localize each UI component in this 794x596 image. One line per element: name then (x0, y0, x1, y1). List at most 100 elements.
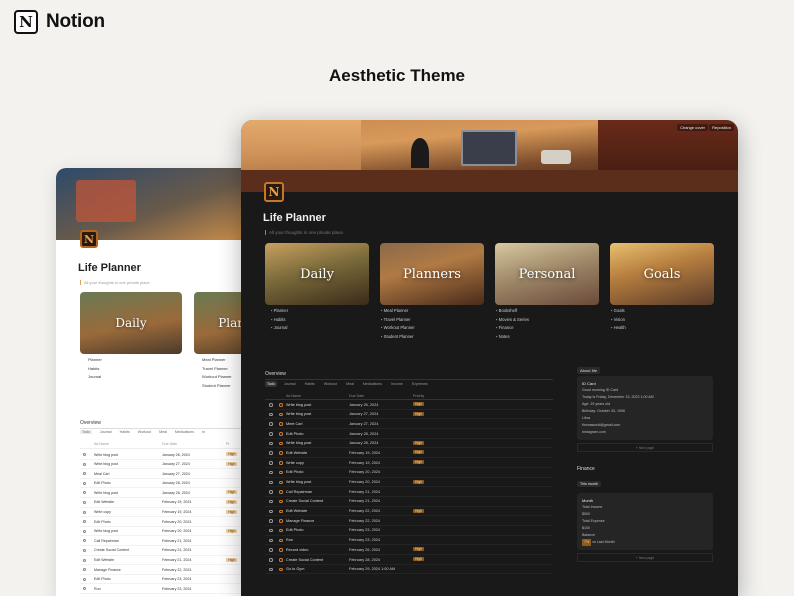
tab-meal[interactable]: Meal (159, 430, 167, 434)
table-row[interactable]: Write blog post January 28, 2024 High (265, 439, 553, 449)
link-travel-planner[interactable]: Travel Planner (202, 365, 232, 374)
checkbox-icon[interactable] (83, 520, 86, 524)
link-student-planner[interactable]: Student Planner (202, 382, 232, 391)
tab-meal[interactable]: Meal (344, 381, 356, 387)
this-month-tab[interactable]: This month (577, 481, 601, 487)
tab-todo[interactable]: Todo (265, 381, 277, 387)
link-journal[interactable]: Journal (271, 324, 288, 333)
table-row[interactable]: Meet Carl January 27, 2024 (265, 419, 553, 430)
link-workout-planner[interactable]: Workout Planner (202, 373, 232, 382)
link-journal[interactable]: Journal (88, 373, 102, 382)
checkbox-icon[interactable] (83, 453, 86, 456)
checkbox-icon[interactable] (83, 548, 86, 552)
tab-workout[interactable]: Workout (138, 430, 151, 434)
tile-planners[interactable]: Planners (380, 243, 484, 305)
checkbox-icon[interactable] (269, 470, 273, 475)
link-finance[interactable]: Finance (496, 324, 529, 333)
table-row[interactable]: Record video February 26, 2024 High (265, 545, 553, 555)
checkbox-icon[interactable] (269, 490, 273, 494)
about-me-chip[interactable]: About Me (577, 367, 601, 374)
table-row[interactable]: Create Social Content February 21, 2024 (265, 497, 553, 507)
new-page-button[interactable]: + New page (577, 553, 713, 562)
checkbox-icon[interactable] (269, 538, 273, 543)
link-meal-planner[interactable]: Meal Planner (202, 356, 232, 365)
checkbox-icon[interactable] (269, 528, 273, 533)
link-workout-planner[interactable]: Workout Planner (381, 324, 415, 333)
checkbox-icon[interactable] (83, 577, 86, 581)
checkbox-icon[interactable] (83, 568, 86, 572)
checkbox-icon[interactable] (269, 509, 273, 514)
checkbox-icon[interactable] (269, 548, 273, 552)
checkbox-icon[interactable] (269, 480, 273, 484)
table-row[interactable]: Manage Finance February 22, 2024 (265, 516, 553, 526)
checkbox-icon[interactable] (83, 491, 86, 495)
link-student-planner[interactable]: Student Planner (381, 333, 415, 342)
checkbox-icon[interactable] (269, 412, 273, 417)
link-habits[interactable]: Habits (88, 365, 102, 374)
checkbox-icon[interactable] (83, 539, 86, 543)
link-habits[interactable]: Habits (271, 316, 288, 325)
checkbox-icon[interactable] (83, 558, 86, 562)
table-row[interactable]: Run February 23, 2024 (265, 536, 553, 546)
tab-habits[interactable]: Habits (303, 381, 317, 387)
checkbox-icon[interactable] (83, 472, 86, 476)
tab-journal[interactable]: Journal (282, 381, 298, 387)
link-planner[interactable]: Planner (88, 356, 102, 365)
checkbox-icon[interactable] (269, 432, 273, 436)
checkbox-icon[interactable] (269, 441, 273, 446)
link-movies-series[interactable]: Movies & Series (496, 316, 529, 325)
checkbox-icon[interactable] (269, 451, 273, 455)
tile-daily[interactable]: Daily (265, 243, 369, 305)
checkbox-icon[interactable] (269, 519, 273, 523)
checkbox-icon[interactable] (269, 422, 273, 426)
new-page-button[interactable]: + New page (577, 443, 713, 452)
table-row[interactable]: Write blog post February 20, 2024 High (265, 478, 553, 488)
link-health[interactable]: Health (611, 324, 626, 333)
tab-expenses[interactable]: Expenses (410, 381, 430, 387)
table-row[interactable]: Write copy February 19, 2024 High (265, 458, 553, 468)
table-row[interactable]: Write blog post January 27, 2024 High (265, 410, 553, 420)
checkbox-icon[interactable] (269, 461, 273, 465)
checkbox-icon[interactable] (269, 403, 273, 407)
checkbox-icon[interactable] (83, 481, 86, 485)
checkbox-icon[interactable] (83, 529, 86, 533)
table-row[interactable]: Edit Photo February 23, 2024 (265, 526, 553, 536)
table-row[interactable]: Write blog post January 26, 2024 High (265, 400, 553, 410)
tile-personal[interactable]: Personal (495, 243, 599, 305)
tab-todo[interactable]: Todo (80, 430, 92, 434)
checkbox-icon[interactable] (269, 499, 273, 504)
tab-journal[interactable]: Journal (100, 430, 112, 434)
table-row[interactable]: Go to Gym February 29, 2024 1:00 AM (265, 565, 553, 575)
link-vision[interactable]: Vision (611, 316, 626, 325)
link-goals[interactable]: Goals (611, 307, 626, 316)
light-tile-daily[interactable]: Daily (80, 292, 182, 354)
link-meal-planner[interactable]: Meal Planner (381, 307, 415, 316)
link-travel-planner[interactable]: Travel Planner (381, 316, 415, 325)
link-planner[interactable]: Planner (271, 307, 288, 316)
table-row[interactable]: Edit Photo January 28, 2024 (265, 429, 553, 439)
tab-medications[interactable]: Medications (361, 381, 384, 387)
checkbox-icon[interactable] (83, 510, 86, 514)
tile-goals[interactable]: Goals (610, 243, 714, 305)
reposition-button[interactable]: Reposition (709, 124, 734, 131)
table-row[interactable]: Edit Website February 19, 2024 High (265, 448, 553, 459)
change-cover-button[interactable]: Change cover (677, 124, 708, 131)
checkbox-icon[interactable] (269, 558, 273, 562)
checkbox-icon[interactable] (83, 500, 86, 504)
tab-medications[interactable]: Medications (175, 430, 194, 434)
table-row[interactable]: Edit Photo February 20, 2024 (265, 468, 553, 478)
tab-income[interactable]: Income (389, 381, 405, 387)
checkbox-icon[interactable] (83, 587, 86, 591)
id-card[interactable]: ID Card Good morning ID Card Today is Fr… (577, 376, 713, 440)
link-bookshelf[interactable]: Bookshelf (496, 307, 529, 316)
link-notes[interactable]: Notes (496, 333, 529, 342)
checkbox-icon[interactable] (269, 567, 273, 572)
tab-income[interactable]: In (202, 430, 205, 434)
tab-habits[interactable]: Habits (120, 430, 130, 434)
table-row[interactable]: Create Social Content February 28, 2024 Hi… (265, 555, 553, 565)
finance-card[interactable]: Month Total Income $500 Total Expense $1… (577, 493, 713, 550)
tab-workout[interactable]: Workout (322, 381, 339, 387)
table-row[interactable]: Edit Website February 22, 2024 High (265, 507, 553, 517)
table-row[interactable]: Call Repairman February 21, 2024 (265, 487, 553, 497)
checkbox-icon[interactable] (83, 462, 86, 466)
